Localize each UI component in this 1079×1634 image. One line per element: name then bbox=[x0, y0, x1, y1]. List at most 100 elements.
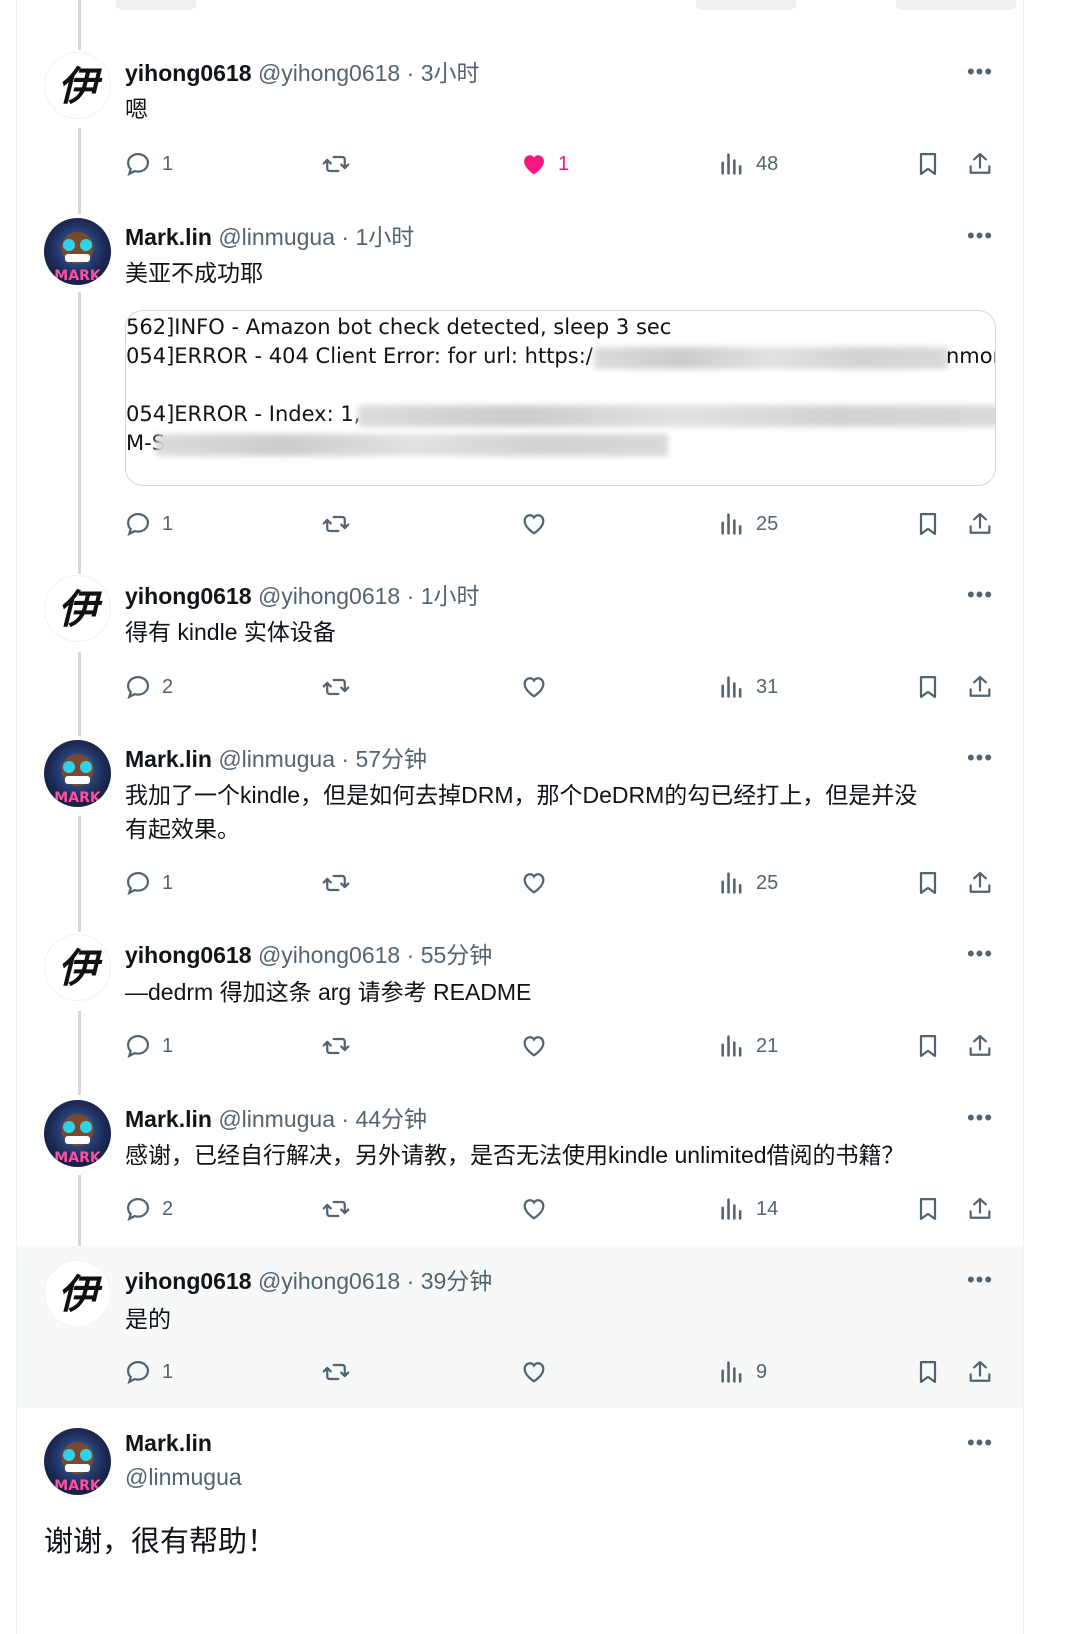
display-name[interactable]: yihong0618 bbox=[125, 1268, 252, 1294]
reply-button[interactable]: 1 bbox=[124, 1355, 173, 1389]
display-name[interactable]: yihong0618 bbox=[125, 942, 252, 968]
avatar[interactable]: 伊 bbox=[44, 575, 111, 642]
user-handle[interactable]: @yihong0618 bbox=[258, 583, 400, 609]
action-bar: 1 25 bbox=[124, 507, 1004, 541]
retweet-button[interactable] bbox=[322, 670, 350, 704]
views-button[interactable]: 14 bbox=[718, 1192, 778, 1226]
retweet-button[interactable] bbox=[322, 1355, 350, 1389]
attached-screenshot[interactable]: 562]INFO - Amazon bot check detected, sl… bbox=[125, 310, 996, 486]
reply-button[interactable]: 2 bbox=[124, 670, 173, 704]
share-button[interactable] bbox=[966, 670, 994, 704]
display-name[interactable]: yihong0618 bbox=[125, 583, 252, 609]
like-button[interactable]: 1 bbox=[520, 147, 569, 181]
like-button[interactable] bbox=[520, 1355, 548, 1389]
more-icon[interactable]: ••• bbox=[962, 1107, 998, 1133]
more-icon[interactable]: ••• bbox=[962, 943, 998, 969]
like-button[interactable] bbox=[520, 1029, 548, 1063]
avatar[interactable]: 伊 bbox=[44, 934, 111, 1001]
thread-connector bbox=[78, 292, 81, 574]
timestamp[interactable]: 55分钟 bbox=[421, 942, 493, 968]
bookmark-icon bbox=[919, 1034, 937, 1058]
display-name[interactable]: Mark.lin bbox=[125, 1430, 212, 1457]
retweet-button[interactable] bbox=[322, 1029, 350, 1063]
display-name[interactable]: yihong0618 bbox=[125, 60, 252, 86]
views-button[interactable]: 21 bbox=[718, 1029, 778, 1063]
views-button[interactable]: 9 bbox=[718, 1355, 767, 1389]
reply-icon bbox=[126, 512, 150, 537]
timestamp[interactable]: 44分钟 bbox=[355, 1106, 427, 1132]
user-handle[interactable]: @yihong0618 bbox=[258, 1268, 400, 1294]
separator: · bbox=[406, 583, 415, 609]
display-name[interactable]: Mark.lin bbox=[125, 1106, 212, 1132]
views-button[interactable]: 25 bbox=[718, 507, 778, 541]
avatar[interactable]: MARK bbox=[44, 1428, 111, 1495]
more-icon[interactable]: ••• bbox=[962, 747, 998, 773]
display-name[interactable]: Mark.lin bbox=[125, 746, 212, 772]
reply-button[interactable]: 1 bbox=[124, 507, 173, 541]
log-line: 562]INFO - Amazon bot check detected, sl… bbox=[126, 315, 672, 339]
share-button[interactable] bbox=[966, 507, 994, 541]
bookmark-button[interactable] bbox=[914, 147, 942, 181]
reply-button[interactable]: 1 bbox=[124, 1029, 173, 1063]
views-button[interactable]: 25 bbox=[718, 866, 778, 900]
more-icon[interactable]: ••• bbox=[962, 1269, 998, 1295]
display-name[interactable]: Mark.lin bbox=[125, 224, 212, 250]
like-button[interactable] bbox=[520, 670, 548, 704]
share-button[interactable] bbox=[966, 1192, 994, 1226]
share-button[interactable] bbox=[966, 147, 994, 181]
tweet-text: 感谢，已经自行解决，另外请教，是否无法使用kindle unlimited借阅的… bbox=[125, 1142, 905, 1168]
heart-icon bbox=[523, 677, 545, 698]
more-icon[interactable]: ••• bbox=[962, 225, 998, 251]
timestamp[interactable]: 1小时 bbox=[421, 583, 480, 609]
bookmark-icon bbox=[919, 1197, 937, 1221]
bookmark-icon bbox=[919, 871, 937, 895]
redaction-blur bbox=[358, 405, 995, 427]
user-handle[interactable]: @yihong0618 bbox=[258, 60, 400, 86]
user-handle[interactable]: @linmugua bbox=[218, 1106, 335, 1132]
share-button[interactable] bbox=[966, 1355, 994, 1389]
reply-button[interactable]: 1 bbox=[124, 147, 173, 181]
retweet-button[interactable] bbox=[322, 1192, 350, 1226]
timestamp[interactable]: 39分钟 bbox=[421, 1268, 493, 1294]
reply-button[interactable]: 1 bbox=[124, 866, 173, 900]
retweet-button[interactable] bbox=[322, 507, 350, 541]
avatar[interactable]: MARK bbox=[44, 218, 111, 285]
timestamp[interactable]: 57分钟 bbox=[355, 746, 427, 772]
like-button[interactable] bbox=[520, 507, 548, 541]
bookmark-button[interactable] bbox=[914, 1192, 942, 1226]
more-icon[interactable]: ••• bbox=[962, 61, 998, 87]
tweet-text: —dedrm 得加这条 arg 请参考 README bbox=[125, 979, 532, 1005]
views-button[interactable]: 48 bbox=[718, 147, 778, 181]
like-button[interactable] bbox=[520, 1192, 548, 1226]
thread-connector bbox=[78, 128, 81, 214]
avatar[interactable]: MARK bbox=[44, 740, 111, 807]
log-line: 054]ERROR - 404 Client Error: for url: h… bbox=[126, 344, 593, 368]
bookmark-button[interactable] bbox=[914, 670, 942, 704]
retweet-button[interactable] bbox=[322, 866, 350, 900]
bookmark-button[interactable] bbox=[914, 866, 942, 900]
user-handle[interactable]: @yihong0618 bbox=[258, 942, 400, 968]
views-icon bbox=[721, 872, 742, 894]
user-handle[interactable]: @linmugua bbox=[125, 1464, 242, 1491]
avatar[interactable]: MARK bbox=[44, 1100, 111, 1167]
more-icon[interactable]: ••• bbox=[962, 584, 998, 610]
user-handle[interactable]: @linmugua bbox=[218, 746, 335, 772]
user-handle[interactable]: @linmugua bbox=[218, 224, 335, 250]
reply-button[interactable]: 2 bbox=[124, 1192, 173, 1226]
share-button[interactable] bbox=[966, 866, 994, 900]
more-icon[interactable]: ••• bbox=[962, 1432, 998, 1458]
like-button[interactable] bbox=[520, 866, 548, 900]
reply-icon bbox=[126, 675, 150, 700]
previous-tweet-edge bbox=[16, 0, 1024, 14]
bookmark-button[interactable] bbox=[914, 1355, 942, 1389]
avatar[interactable]: 伊 bbox=[44, 1260, 111, 1327]
avatar[interactable]: 伊 bbox=[44, 52, 111, 119]
heart-icon bbox=[523, 514, 545, 535]
bookmark-button[interactable] bbox=[914, 507, 942, 541]
views-button[interactable]: 31 bbox=[718, 670, 778, 704]
retweet-button[interactable] bbox=[322, 147, 350, 181]
timestamp[interactable]: 1小时 bbox=[355, 224, 414, 250]
timestamp[interactable]: 3小时 bbox=[421, 60, 480, 86]
bookmark-button[interactable] bbox=[914, 1029, 942, 1063]
share-button[interactable] bbox=[966, 1029, 994, 1063]
